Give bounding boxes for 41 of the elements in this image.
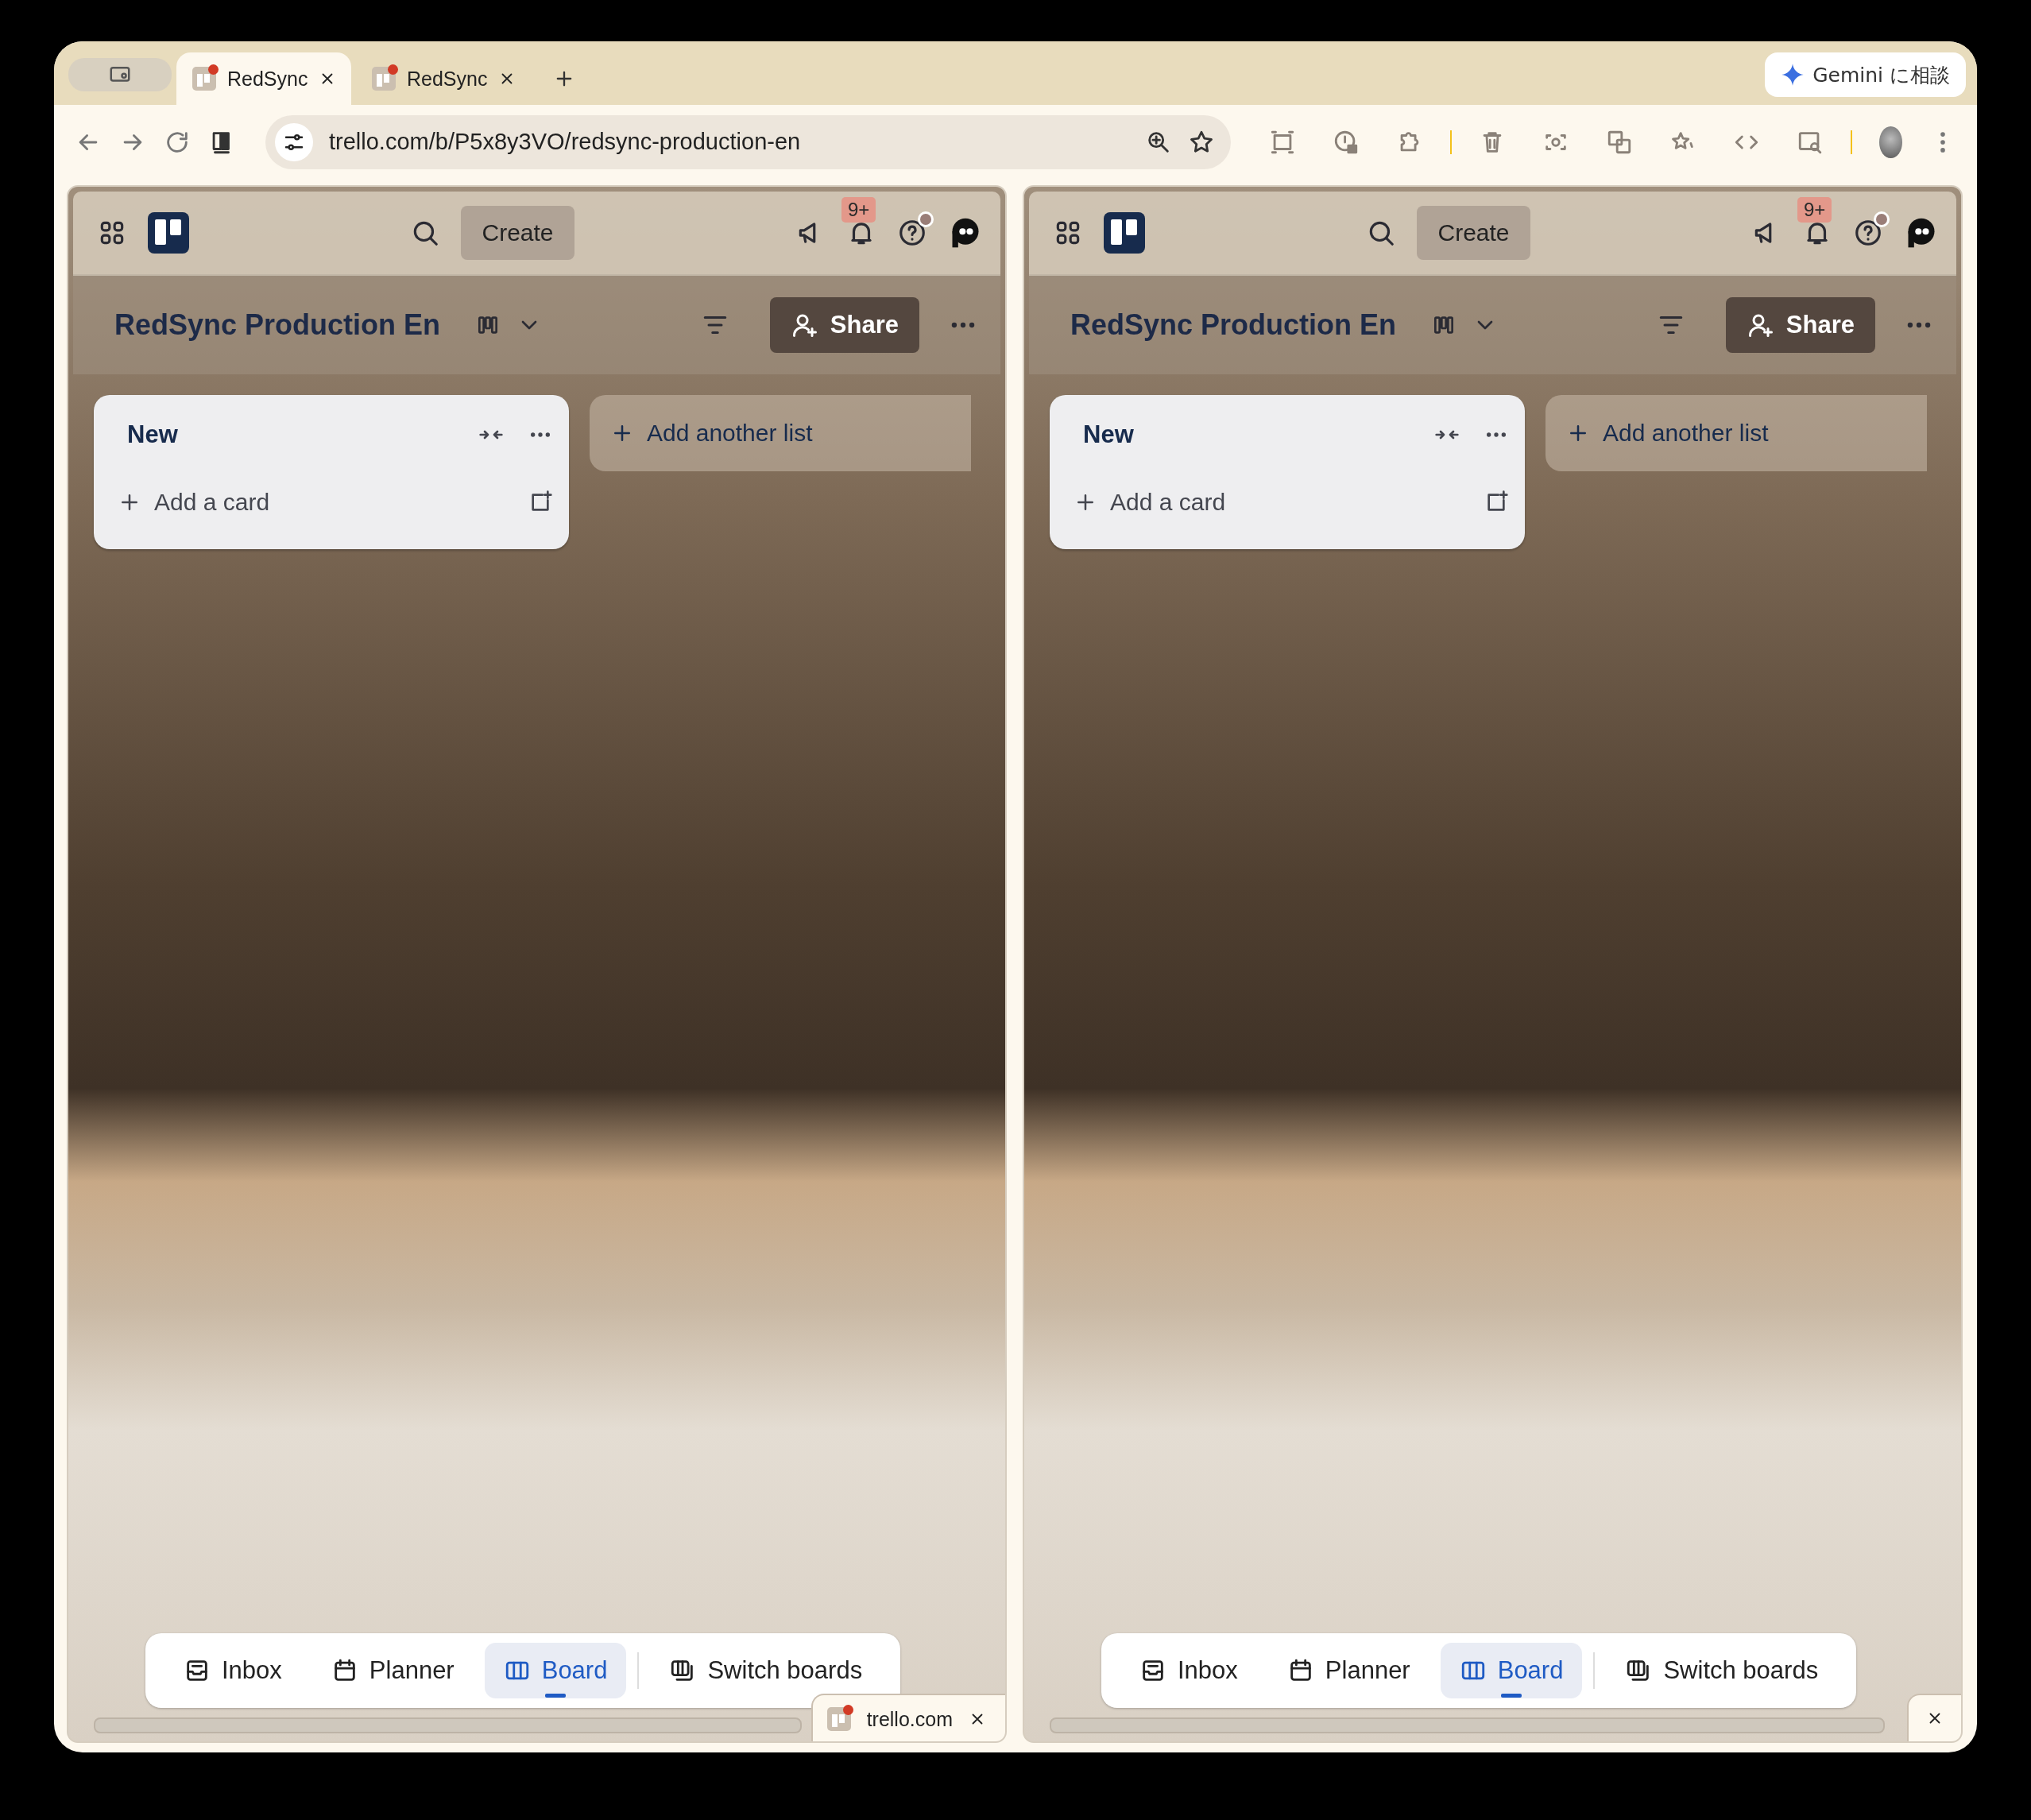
add-card-button[interactable]: Add a card (1074, 489, 1226, 516)
add-list-button[interactable]: Add another list (1545, 395, 1928, 471)
avatar[interactable] (1879, 126, 1902, 158)
notification-badge: 9+ (841, 197, 876, 223)
active-indicator (1501, 1694, 1522, 1698)
status-dot-icon (1874, 211, 1890, 227)
favicon-icon (826, 1707, 851, 1731)
notification-badge: 9+ (1797, 197, 1832, 223)
assistant-button[interactable]: Gemini に相談 (1765, 52, 1966, 97)
nav-tab[interactable]: Inbox (1120, 1643, 1257, 1698)
share-button[interactable]: Share (769, 297, 919, 353)
nav-tab[interactable]: Switch boards (1606, 1643, 1838, 1698)
nav-tab[interactable]: Switch boards (650, 1643, 882, 1698)
browser-tab[interactable]: RedSync (356, 52, 531, 105)
site-settings-icon[interactable] (275, 122, 313, 161)
favicon-icon (192, 67, 216, 91)
board-title[interactable]: RedSync Production En (114, 308, 441, 342)
list-title[interactable]: New (127, 420, 178, 449)
board-title[interactable]: RedSync Production En (1070, 308, 1397, 342)
status-dot-icon (918, 211, 934, 227)
share-button[interactable]: Share (1725, 297, 1875, 353)
add-card-button[interactable]: Add a card (118, 489, 270, 516)
nav-tab[interactable]: Planner (311, 1643, 474, 1698)
favicon-icon (372, 67, 396, 91)
nav-tab[interactable]: Inbox (164, 1643, 301, 1698)
browser-tab[interactable]: RedSync (176, 52, 351, 105)
create-button[interactable]: Create (1417, 206, 1530, 260)
tab-search-icon[interactable] (68, 58, 172, 91)
nav-tab[interactable]: Board (484, 1643, 627, 1698)
create-button[interactable]: Create (461, 206, 574, 260)
list-title[interactable]: New (1083, 420, 1134, 449)
popup-domain: trello.com (866, 1707, 953, 1731)
address-bar[interactable]: trello.com/b/P5x8y3VO/redsync-production-en (265, 114, 1231, 169)
board-logo-icon[interactable] (1104, 212, 1145, 254)
help-icon[interactable] (897, 218, 927, 248)
help-icon[interactable] (1853, 218, 1883, 248)
active-indicator (545, 1694, 567, 1698)
nav-tab[interactable]: Planner (1267, 1643, 1429, 1698)
add-list-button[interactable]: Add another list (590, 395, 972, 471)
nav-tab[interactable]: Board (1440, 1643, 1583, 1698)
board-logo-icon[interactable] (148, 212, 189, 254)
